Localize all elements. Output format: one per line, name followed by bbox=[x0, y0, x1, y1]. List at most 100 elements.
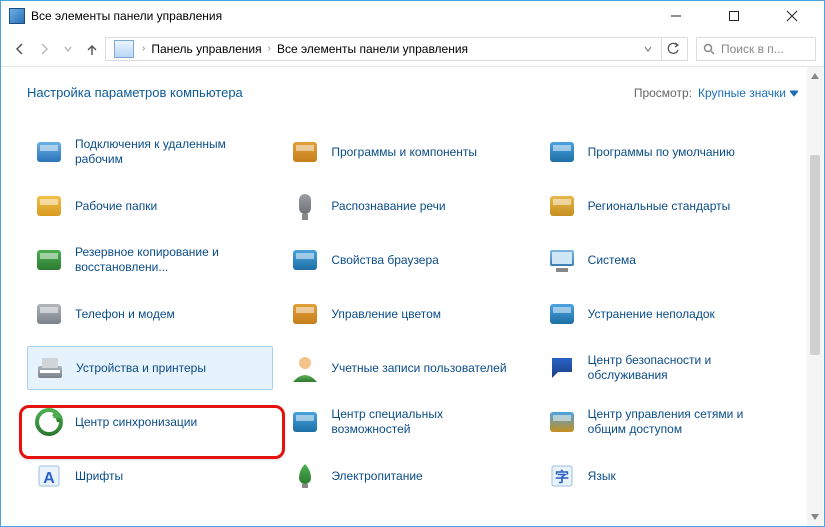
close-button[interactable] bbox=[772, 5, 812, 27]
maximize-button[interactable] bbox=[714, 5, 754, 27]
crumb-control-panel[interactable]: Панель управления bbox=[149, 42, 263, 56]
crumb-all-items[interactable]: Все элементы панели управления bbox=[275, 42, 470, 56]
item-label: Региональные стандарты bbox=[588, 199, 731, 214]
remote-desktop-icon bbox=[33, 136, 65, 168]
speech-recognition-icon bbox=[289, 190, 321, 222]
item-label: Устройства и принтеры bbox=[76, 361, 206, 376]
network-sharing-icon bbox=[546, 406, 578, 438]
control-panel-icon bbox=[9, 8, 25, 24]
ease-of-access-icon bbox=[289, 406, 321, 438]
region-icon bbox=[546, 190, 578, 222]
scrollbar[interactable] bbox=[807, 67, 823, 526]
svg-text:A: A bbox=[43, 470, 55, 487]
system-icon bbox=[546, 244, 578, 276]
item-devices-printers[interactable]: Устройства и принтеры bbox=[27, 346, 273, 390]
minimize-button[interactable] bbox=[656, 5, 696, 27]
language-icon: 字 bbox=[546, 460, 578, 492]
nav-bar: › Панель управления › Все элементы панел… bbox=[1, 31, 824, 67]
address-bar[interactable]: › Панель управления › Все элементы панел… bbox=[105, 37, 688, 61]
devices-printers-icon bbox=[34, 352, 66, 384]
item-label: Центр синхронизации bbox=[75, 415, 197, 430]
sync-center-icon bbox=[33, 406, 65, 438]
phone-modem-icon bbox=[33, 298, 65, 330]
scroll-up-button[interactable] bbox=[807, 67, 823, 85]
internet-options-icon bbox=[289, 244, 321, 276]
item-remote-desktop[interactable]: Подключения к удаленным рабочим bbox=[27, 130, 273, 174]
item-label: Рабочие папки bbox=[75, 199, 157, 214]
search-icon bbox=[703, 43, 715, 55]
item-label: Учетные записи пользователей bbox=[331, 361, 506, 376]
recent-dropdown[interactable] bbox=[57, 38, 79, 60]
item-label: Подключения к удаленным рабочим bbox=[75, 137, 267, 167]
item-label: Программы и компоненты bbox=[331, 145, 477, 160]
item-label: Центр управления сетями и общим доступом bbox=[588, 407, 780, 437]
item-default-programs[interactable]: Программы по умолчанию bbox=[540, 130, 786, 174]
forward-button[interactable] bbox=[33, 38, 55, 60]
item-network-sharing[interactable]: Центр управления сетями и общим доступом bbox=[540, 400, 786, 444]
item-programs-features[interactable]: Программы и компоненты bbox=[283, 130, 529, 174]
item-speech-recognition[interactable]: Распознавание речи bbox=[283, 184, 529, 228]
heading-row: Настройка параметров компьютера Просмотр… bbox=[27, 85, 798, 100]
scroll-down-button[interactable] bbox=[807, 508, 823, 526]
item-backup-restore[interactable]: Резервное копирование и восстановлени... bbox=[27, 238, 273, 282]
crumb-root-chevron-icon[interactable]: › bbox=[138, 43, 149, 54]
item-phone-modem[interactable]: Телефон и модем bbox=[27, 292, 273, 336]
history-dropdown-icon[interactable] bbox=[643, 44, 653, 54]
scroll-thumb[interactable] bbox=[810, 155, 820, 355]
user-accounts-icon bbox=[289, 352, 321, 384]
svg-text:字: 字 bbox=[555, 469, 569, 485]
item-label: Программы по умолчанию bbox=[588, 145, 735, 160]
view-label: Просмотр: bbox=[634, 86, 692, 100]
refresh-button[interactable] bbox=[661, 38, 683, 60]
backup-restore-icon bbox=[33, 244, 65, 276]
security-maintenance-icon bbox=[546, 352, 578, 384]
back-button[interactable] bbox=[9, 38, 31, 60]
item-internet-options[interactable]: Свойства браузера bbox=[283, 238, 529, 282]
item-label: Устранение неполадок bbox=[588, 307, 715, 322]
content-area: Настройка параметров компьютера Просмотр… bbox=[1, 67, 824, 526]
item-label: Телефон и модем bbox=[75, 307, 175, 322]
work-folders-icon bbox=[33, 190, 65, 222]
up-button[interactable] bbox=[81, 38, 103, 60]
item-label: Центр специальных возможностей bbox=[331, 407, 523, 437]
title-bar: Все элементы панели управления bbox=[1, 1, 824, 31]
default-programs-icon bbox=[546, 136, 578, 168]
item-work-folders[interactable]: Рабочие папки bbox=[27, 184, 273, 228]
window-controls bbox=[656, 5, 812, 27]
item-label: Центр безопасности и обслуживания bbox=[588, 353, 780, 383]
item-sync-center[interactable]: Центр синхронизации bbox=[27, 400, 273, 444]
item-ease-of-access[interactable]: Центр специальных возможностей bbox=[283, 400, 529, 444]
item-label: Свойства браузера bbox=[331, 253, 439, 268]
item-power-options[interactable]: Электропитание bbox=[283, 454, 529, 498]
color-management-icon bbox=[289, 298, 321, 330]
item-user-accounts[interactable]: Учетные записи пользователей bbox=[283, 346, 529, 390]
item-label: Управление цветом bbox=[331, 307, 441, 322]
search-placeholder: Поиск в п... bbox=[721, 42, 784, 56]
item-troubleshooting[interactable]: Устранение неполадок bbox=[540, 292, 786, 336]
scroll-track[interactable] bbox=[807, 85, 823, 508]
chevron-down-icon bbox=[790, 89, 798, 97]
page-heading: Настройка параметров компьютера bbox=[27, 85, 634, 100]
items-grid: Подключения к удаленным рабочим Программы… bbox=[27, 130, 798, 498]
search-input[interactable]: Поиск в п... bbox=[696, 37, 816, 61]
item-system[interactable]: Система bbox=[540, 238, 786, 282]
item-security-maintenance[interactable]: Центр безопасности и обслуживания bbox=[540, 346, 786, 390]
power-options-icon bbox=[289, 460, 321, 492]
item-label: Шрифты bbox=[75, 469, 123, 484]
troubleshooting-icon bbox=[546, 298, 578, 330]
view-dropdown[interactable]: Крупные значки bbox=[698, 86, 798, 100]
window-title: Все элементы панели управления bbox=[31, 9, 656, 23]
item-language[interactable]: 字 Язык bbox=[540, 454, 786, 498]
item-label: Резервное копирование и восстановлени... bbox=[75, 245, 267, 275]
programs-features-icon bbox=[289, 136, 321, 168]
item-fonts[interactable]: A Шрифты bbox=[27, 454, 273, 498]
crumb-chevron-icon[interactable]: › bbox=[264, 43, 275, 54]
item-label: Язык bbox=[588, 469, 616, 484]
item-label: Электропитание bbox=[331, 469, 422, 484]
fonts-icon: A bbox=[33, 460, 65, 492]
item-color-management[interactable]: Управление цветом bbox=[283, 292, 529, 336]
location-icon bbox=[114, 40, 134, 58]
item-label: Распознавание речи bbox=[331, 199, 445, 214]
item-label: Система bbox=[588, 253, 636, 268]
item-region[interactable]: Региональные стандарты bbox=[540, 184, 786, 228]
